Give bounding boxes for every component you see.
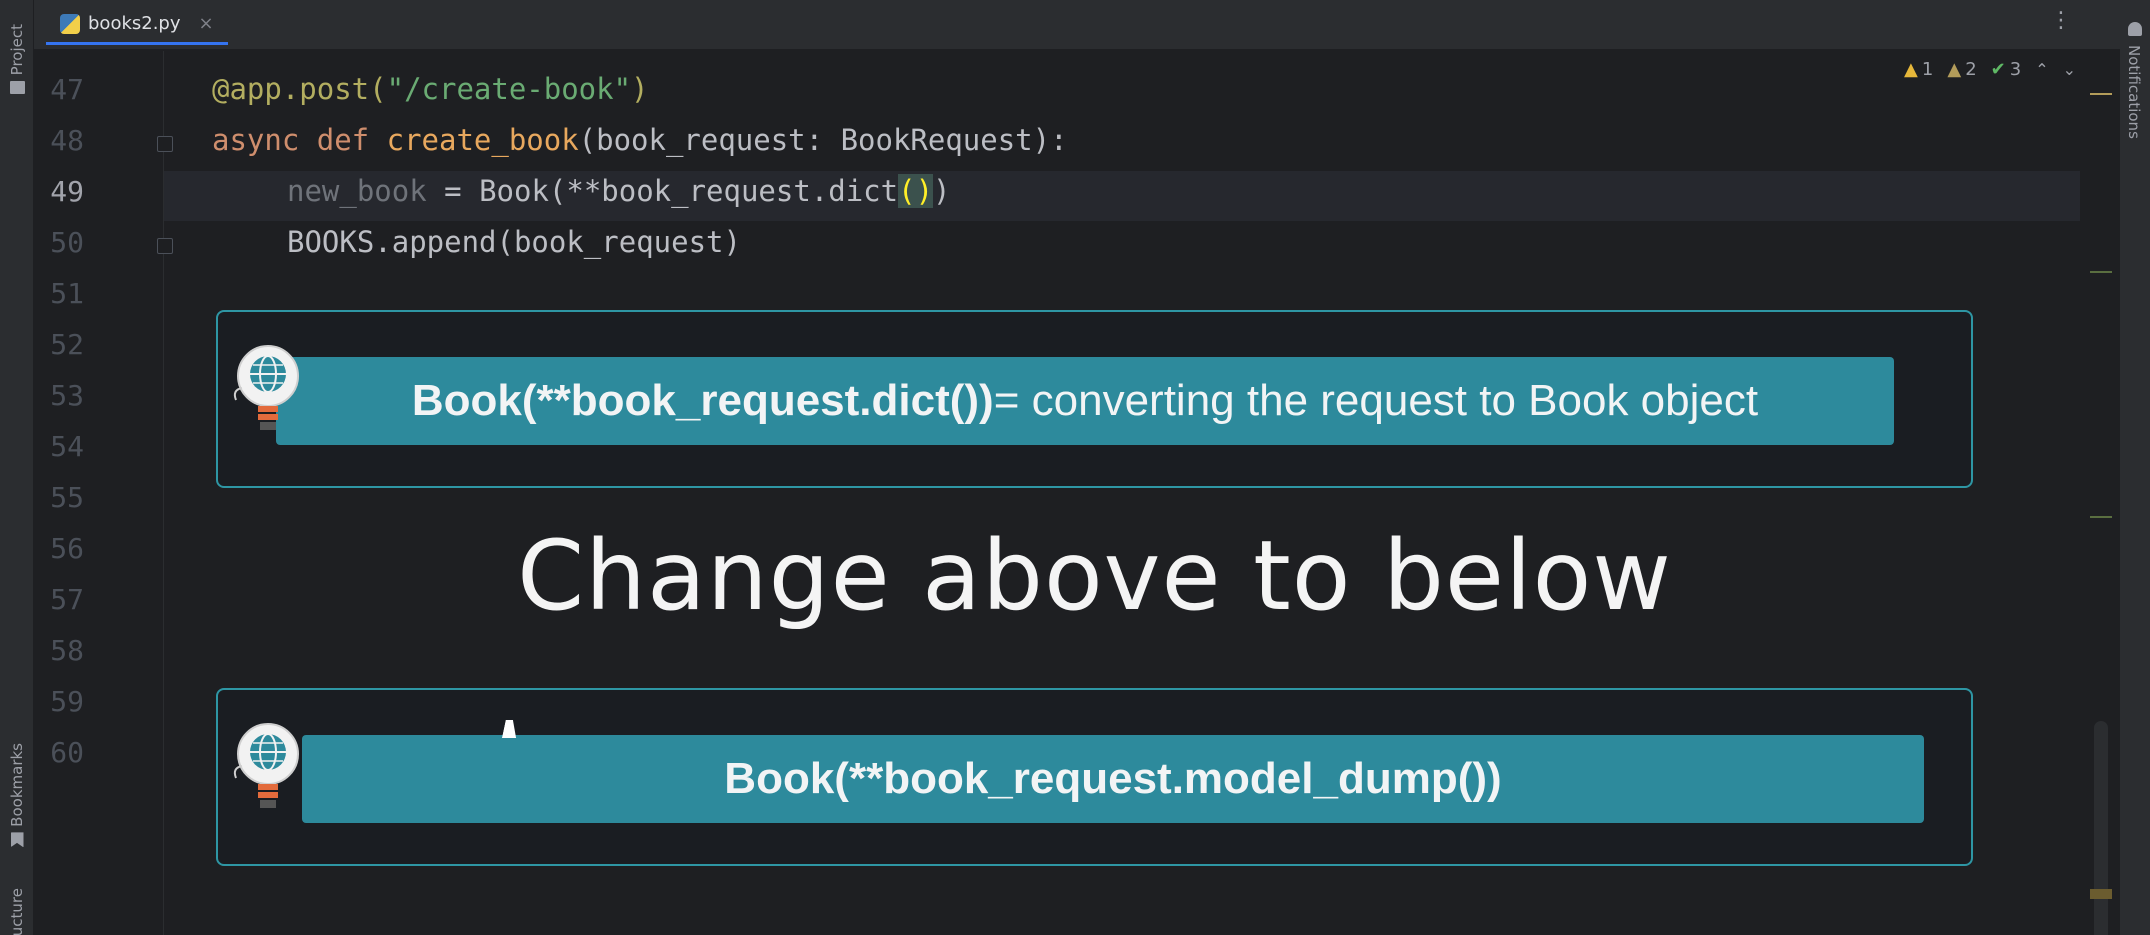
error-stripe-mark[interactable]: [2090, 516, 2112, 518]
structure-tool-label: Structure: [8, 888, 26, 935]
previous-highlight-icon[interactable]: ⌃: [2035, 60, 2048, 79]
code-line[interactable]: @app.post("/create-book"): [212, 72, 649, 106]
warning-icon: ▲: [1904, 59, 1918, 80]
new-syntax-callout: Book(**book_request.model_dump()): [216, 688, 1973, 866]
weak-warning-count[interactable]: ▲ 2: [1947, 59, 1976, 80]
matched-paren: (: [898, 174, 916, 208]
close-icon[interactable]: ×: [199, 13, 214, 34]
next-highlight-icon[interactable]: ⌄: [2063, 60, 2076, 79]
bookmark-icon: [10, 832, 24, 848]
bookmarks-tool-button[interactable]: Bookmarks: [0, 730, 34, 860]
old-syntax-description: = converting the request to Book object: [993, 376, 1759, 425]
warning-count-value: 1: [1921, 59, 1934, 80]
typo-count[interactable]: ✔ 3: [1991, 59, 2022, 80]
new-syntax-code: Book(**book_request.model_dump()): [724, 754, 1502, 803]
code-line[interactable]: async def create_book(book_request: Book…: [212, 123, 1068, 157]
error-stripe-mark[interactable]: [2090, 93, 2112, 95]
scroll-position-marker: [2090, 889, 2112, 899]
left-tool-strip: Project Bookmarks Structure: [0, 0, 34, 935]
code-token: ): [933, 174, 951, 208]
code-line[interactable]: BOOKS.append(book_request): [287, 225, 741, 259]
string-token: "/create-book": [386, 72, 632, 106]
line-number: 53: [50, 379, 84, 412]
code-line-current[interactable]: new_book = Book(**book_request.dict()): [287, 174, 951, 208]
line-number: 51: [50, 277, 84, 310]
editor-tab-bar: books2.py × ⋮: [34, 0, 2120, 50]
weak-warning-icon: ▲: [1947, 59, 1962, 80]
decorator-token: @app.post(: [212, 72, 387, 106]
line-number-gutter: 47 48 49 50 51 52 53 54 55 56 57 58 59 6…: [34, 51, 164, 935]
project-tool-button[interactable]: Project: [0, 14, 34, 104]
line-number: 55: [50, 481, 84, 514]
old-syntax-banner: Book(**book_request.dict()) = converting…: [276, 357, 1894, 445]
more-options-icon[interactable]: ⋮: [2050, 10, 2072, 32]
code-token: (book_request: BookRequest):: [578, 123, 1068, 157]
structure-tool-button[interactable]: Structure: [0, 888, 34, 935]
line-number: 47: [50, 73, 84, 106]
notifications-tool-label[interactable]: Notifications: [2125, 45, 2143, 139]
project-tool-label: Project: [8, 23, 26, 76]
python-file-icon: [60, 13, 80, 34]
line-number: 50: [50, 226, 84, 259]
weak-warning-count-value: 2: [1965, 59, 1977, 80]
bookmarks-tool-label: Bookmarks: [8, 742, 26, 827]
change-instruction-headline: Change above to below: [517, 520, 1672, 632]
keyword-token: async def: [212, 123, 387, 157]
decorator-token: ): [631, 72, 649, 106]
new-syntax-banner: Book(**book_request.model_dump()): [302, 735, 1924, 823]
bell-icon[interactable]: [2128, 22, 2142, 36]
lightbulb-globe-icon: [233, 345, 299, 430]
line-number-current: 49: [50, 175, 84, 208]
line-number: 48: [50, 124, 84, 157]
folder-icon: [9, 81, 25, 95]
old-syntax-callout: Book(**book_request.dict()) = converting…: [216, 310, 1973, 488]
fold-toggle-icon[interactable]: [157, 136, 173, 152]
tab-books2-py[interactable]: books2.py ×: [46, 5, 228, 45]
line-number: 52: [50, 328, 84, 361]
warning-count[interactable]: ▲ 1: [1904, 59, 1933, 80]
right-tool-strip: Notifications: [2120, 0, 2150, 935]
matched-paren: ): [915, 174, 934, 208]
fold-toggle-icon[interactable]: [157, 238, 173, 254]
vertical-scrollbar[interactable]: [2094, 721, 2108, 935]
lightbulb-globe-icon: [233, 723, 299, 808]
line-number: 59: [50, 685, 84, 718]
code-token: BOOKS.append(book_request): [287, 225, 741, 259]
line-number: 58: [50, 634, 84, 667]
old-syntax-code: Book(**book_request.dict()): [411, 376, 994, 425]
code-token: = Book(**book_request.dict: [426, 174, 899, 208]
error-stripe-mark[interactable]: [2090, 271, 2112, 273]
tab-label: books2.py: [88, 13, 181, 34]
unused-variable-token: new_book: [287, 174, 427, 208]
line-number: 57: [50, 583, 84, 616]
line-number: 54: [50, 430, 84, 463]
line-number: 60: [50, 736, 84, 769]
typo-count-value: 3: [2009, 59, 2022, 80]
check-icon: ✔: [1990, 59, 2006, 80]
function-name-token: create_book: [386, 123, 579, 157]
line-number: 56: [50, 532, 84, 565]
inspections-widget[interactable]: ▲ 1 ▲ 2 ✔ 3 ⌃ ⌄: [1904, 59, 2076, 80]
